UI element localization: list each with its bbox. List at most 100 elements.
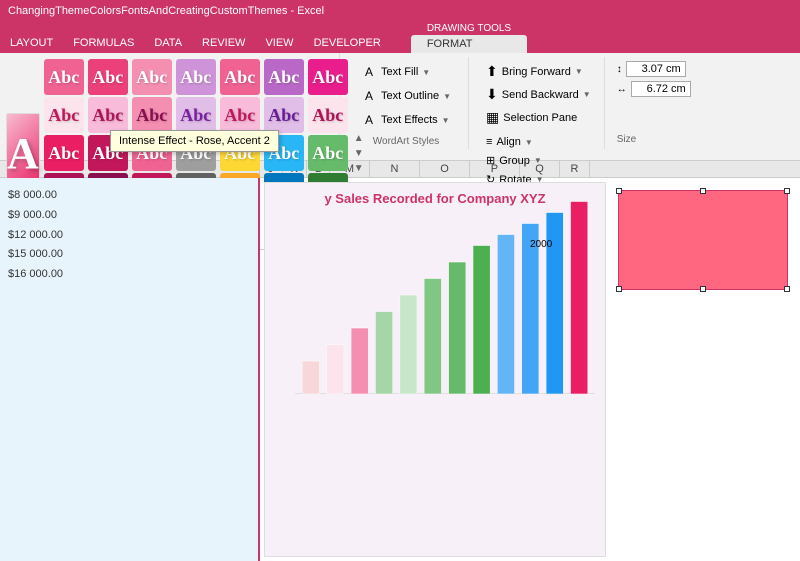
group-label: Group	[499, 155, 530, 167]
scroll-up[interactable]: ▲	[354, 133, 364, 144]
selection-pane-label: Selection Pane	[503, 112, 577, 124]
text-outline-btn[interactable]: A Text Outline ▼	[354, 85, 458, 107]
chart-bars: 2000 JanuaryFebruaryMarchAprilMayJuneJul…	[265, 214, 605, 434]
text-effects-btn[interactable]: A Text Effects ▼	[354, 109, 458, 131]
text-btn-group: A Text Fill ▼ A Text Outline ▼ A Text Ef…	[352, 59, 460, 133]
abc-cell-1-1[interactable]: Abc	[88, 97, 128, 133]
tooltip: Intense Effect - Rose, Accent 2	[110, 130, 279, 152]
size-section: ↕ ↔ Size	[609, 57, 699, 149]
abc-cell-0-4[interactable]: Abc	[220, 59, 260, 95]
text-effects-label: Text Effects	[381, 114, 438, 126]
send-backward-icon: ⬇	[486, 86, 498, 103]
abc-cell-1-3[interactable]: Abc	[176, 97, 216, 133]
arrange-btn-group: ⬆ Bring Forward ▼ ⬇ Send Backward ▼ ▦ Se…	[479, 59, 598, 130]
data-row-5: $16 000.00	[8, 265, 250, 285]
tab-row: LAYOUT FORMULAS DATA REVIEW VIEW DEVELOP…	[0, 22, 800, 53]
align-btn[interactable]: ≡ Align ▼	[481, 134, 596, 150]
wordart-panel: A AbcAbcAbcAbcAbcAbcAbcAbcAbcAbcAbcAbcAb…	[0, 53, 340, 160]
wordart-section-label: WordArt Styles	[373, 134, 440, 147]
text-outline-arrow: ▼	[443, 92, 451, 101]
content-area: J K L M N O P Q R $8 000.00 $9 000.00 $1…	[0, 161, 800, 561]
text-fill-label: Text Fill	[381, 66, 418, 78]
group-btn[interactable]: ⊞ Group ▼	[481, 152, 596, 169]
width-row: ↔	[617, 81, 691, 97]
tab-formulas[interactable]: FORMULAS	[63, 33, 144, 53]
abc-cell-1-4[interactable]: Abc	[220, 97, 260, 133]
tab-data[interactable]: DATA	[144, 33, 192, 53]
tab-layout[interactable]: LAYOUT	[0, 33, 63, 53]
group-arrow: ▼	[534, 156, 542, 165]
abc-cell-0-1[interactable]: Abc	[88, 59, 128, 95]
abc-cell-0-2[interactable]: Abc	[132, 59, 172, 95]
send-backward-label: Send Backward	[502, 89, 579, 101]
handle-br	[784, 286, 790, 292]
height-icon: ↕	[617, 64, 622, 75]
width-input[interactable]	[631, 81, 691, 97]
text-effects-icon: A	[361, 112, 377, 128]
handle-tr	[784, 188, 790, 194]
main-content: J K L M N O P Q R $8 000.00 $9 000.00 $1…	[0, 161, 800, 561]
top-bar: ChangingThemeColorsFontsAndCreatingCusto…	[0, 0, 800, 161]
text-fill-btn[interactable]: A Text Fill ▼	[354, 61, 458, 83]
shape-preview[interactable]	[618, 190, 788, 290]
selection-pane-btn[interactable]: ▦ Selection Pane	[481, 107, 596, 128]
text-effects-arrow: ▼	[442, 116, 450, 125]
tooltip-text: Intense Effect - Rose, Accent 2	[119, 135, 270, 147]
scroll-down[interactable]: ▼	[354, 148, 364, 159]
tab-view[interactable]: VIEW	[255, 33, 303, 53]
drawing-tools-label: DRAWING TOOLS	[411, 22, 527, 35]
title-bar: ChangingThemeColorsFontsAndCreatingCusto…	[0, 0, 800, 22]
align-icon: ≡	[486, 136, 492, 148]
abc-cell-0-6[interactable]: Abc	[308, 59, 348, 95]
right-panel	[610, 178, 800, 561]
title-text: ChangingThemeColorsFontsAndCreatingCusto…	[8, 5, 324, 17]
text-fill-arrow: ▼	[422, 68, 430, 77]
drawing-tools-container: DRAWING TOOLS FORMAT	[411, 22, 527, 53]
abc-cell-0-0[interactable]: Abc	[44, 59, 84, 95]
abc-cell-1-5[interactable]: Abc	[264, 97, 304, 133]
height-input[interactable]	[626, 61, 686, 77]
tab-review[interactable]: REVIEW	[192, 33, 255, 53]
abc-cell-2-6[interactable]: Abc	[308, 135, 348, 171]
data-row-1: $8 000.00	[8, 186, 250, 206]
ribbon: A AbcAbcAbcAbcAbcAbcAbcAbcAbcAbcAbcAbcAb…	[0, 53, 800, 161]
chart-area: y Sales Recorded for Company XYZ 2000 Ja…	[264, 182, 606, 557]
abc-cell-0-5[interactable]: Abc	[264, 59, 304, 95]
handle-tm	[700, 188, 706, 194]
bring-forward-btn[interactable]: ⬆ Bring Forward ▼	[481, 61, 596, 82]
data-row-2: $9 000.00	[8, 206, 250, 226]
height-row: ↕	[617, 61, 691, 77]
ribbon-right: A Text Fill ▼ A Text Outline ▼ A Text Ef…	[340, 53, 800, 160]
data-row-3: $12 000.00	[8, 226, 250, 246]
handle-tl	[616, 188, 622, 194]
align-arrow: ▼	[525, 138, 533, 147]
y-axis-label: 2000	[530, 239, 552, 250]
abc-cell-1-6[interactable]: Abc	[308, 97, 348, 133]
text-fill-icon: A	[361, 64, 377, 80]
text-outline-label: Text Outline	[381, 90, 439, 102]
send-backward-btn[interactable]: ⬇ Send Backward ▼	[481, 84, 596, 105]
abc-cell-1-2[interactable]: Abc	[132, 97, 172, 133]
data-row-4: $15 000.00	[8, 245, 250, 265]
left-data-panel: $8 000.00 $9 000.00 $12 000.00 $15 000.0…	[0, 178, 260, 561]
group-icon: ⊞	[486, 154, 495, 167]
arrange-section: ⬆ Bring Forward ▼ ⬇ Send Backward ▼ ▦ Se…	[473, 57, 605, 149]
expand-grid[interactable]: ▼	[354, 163, 364, 174]
abc-cell-1-0[interactable]: Abc	[44, 97, 84, 133]
data-values: $8 000.00 $9 000.00 $12 000.00 $15 000.0…	[0, 178, 258, 293]
tab-format[interactable]: FORMAT	[411, 35, 527, 53]
tab-developer[interactable]: DEVELOPER	[304, 33, 391, 53]
shape-container	[614, 182, 796, 298]
ribbon-tools: A Text Fill ▼ A Text Outline ▼ A Text Ef…	[340, 53, 800, 153]
abc-cell-2-0[interactable]: Abc	[44, 135, 84, 171]
handle-bm	[700, 286, 706, 292]
handle-bl	[616, 286, 622, 292]
text-outline-icon: A	[361, 88, 377, 104]
main-rows: $8 000.00 $9 000.00 $12 000.00 $15 000.0…	[0, 178, 800, 561]
selection-pane-icon: ▦	[486, 109, 499, 126]
chart-svg: JanuaryFebruaryMarchAprilMayJuneJulyAugu…	[295, 174, 595, 394]
width-icon: ↔	[617, 84, 627, 95]
abc-cell-0-3[interactable]: Abc	[176, 59, 216, 95]
bring-forward-arrow: ▼	[575, 67, 583, 76]
align-label: Align	[496, 136, 520, 148]
